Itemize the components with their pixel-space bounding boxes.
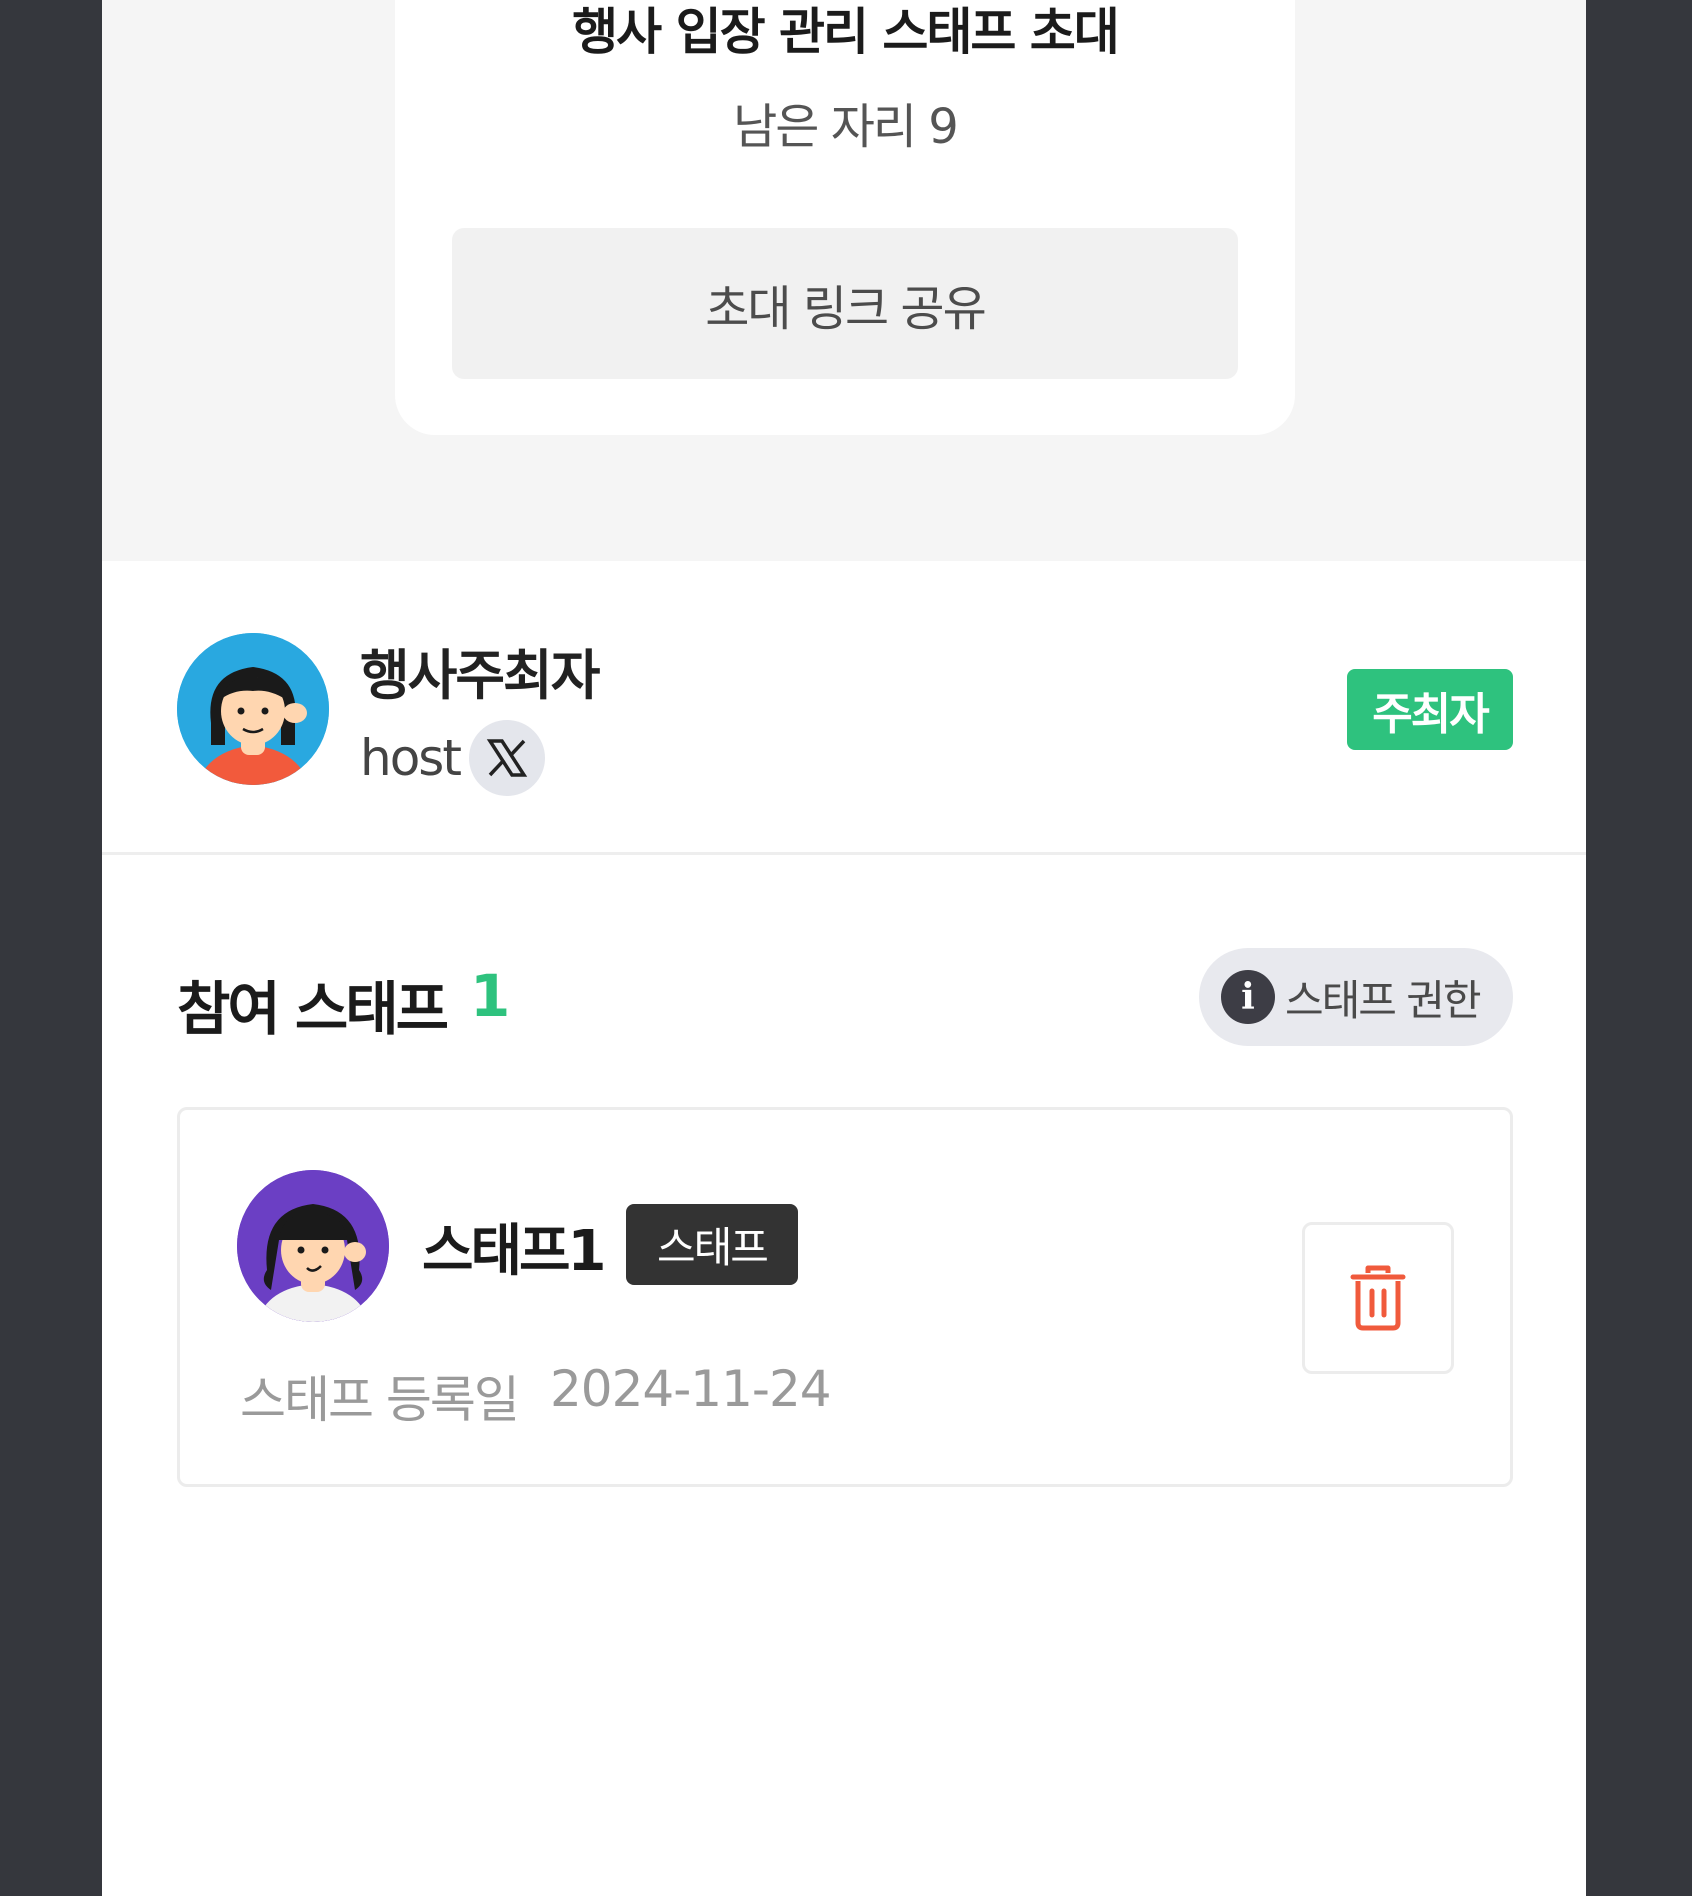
trash-icon	[1350, 1265, 1406, 1331]
remaining-seats: 남은 자리 9	[733, 99, 959, 155]
info-icon: i	[1221, 970, 1275, 1024]
delete-staff-button[interactable]	[1302, 1222, 1454, 1374]
registered-date-label: 스태프 등록일	[240, 1371, 520, 1429]
invite-card: 행사 입장 관리 스태프 초대 남은 자리 9 초대 링크 공유	[395, 0, 1295, 435]
staff-permission-label: 스태프 권한	[1285, 975, 1482, 1025]
invite-section: 행사 입장 관리 스태프 초대 남은 자리 9 초대 링크 공유	[102, 0, 1586, 561]
host-name: 행사주최자	[360, 644, 600, 707]
registered-date-value: 2024-11-24	[550, 1360, 832, 1418]
staff-name: 스태프1	[422, 1219, 607, 1284]
staff-permission-button[interactable]: i 스태프 권한	[1199, 948, 1513, 1046]
host-role-badge: 주최자	[1347, 669, 1513, 750]
app-screen: 행사 입장 관리 스태프 초대 남은 자리 9 초대 링크 공유 행사주최자 h…	[102, 0, 1586, 1896]
x-logo-icon[interactable]	[469, 720, 545, 796]
staff-count: 1	[470, 962, 511, 1030]
staff-section-title: 참여 스태프	[177, 975, 449, 1043]
staff-card: 스태프1 스태프 스태프 등록일 2024-11-24	[177, 1107, 1513, 1487]
share-invite-link-button[interactable]: 초대 링크 공유	[452, 228, 1238, 379]
invite-title: 행사 입장 관리 스태프 초대	[572, 3, 1120, 61]
host-avatar	[177, 633, 329, 785]
staff-role-badge: 스태프	[626, 1204, 798, 1285]
host-row: 행사주최자 host 주최자	[102, 561, 1586, 855]
staff-avatar	[237, 1170, 389, 1322]
host-id: host	[360, 729, 462, 787]
